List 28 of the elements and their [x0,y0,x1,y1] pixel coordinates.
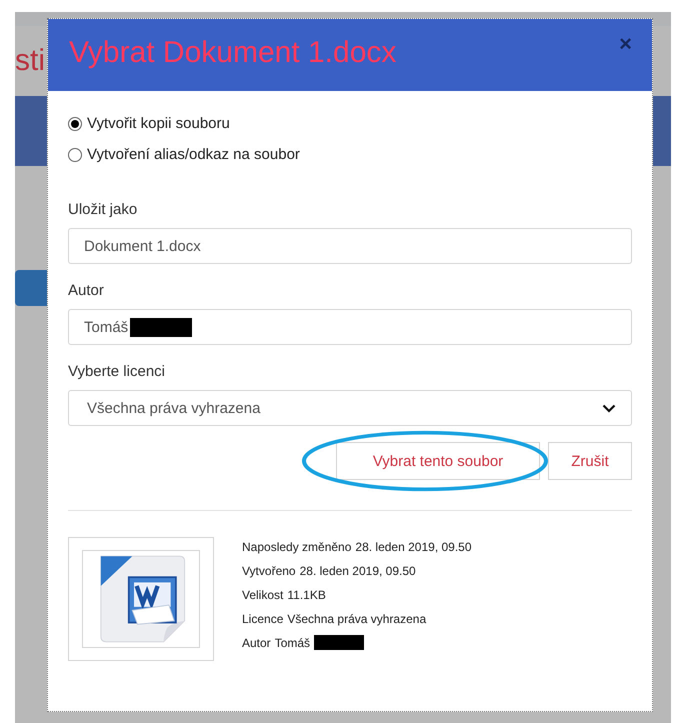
info-label: Autor [242,636,271,650]
chevron-down-icon [602,404,616,412]
license-dropdown[interactable]: Všechna práva vyhrazena [68,390,632,426]
word-document-icon [82,550,200,648]
cancel-button[interactable]: Zrušit [548,442,632,480]
info-label: Licence [242,612,284,626]
radio-label: Vytvoření alias/odkaz na soubor [87,146,300,163]
info-label: Velikost [242,588,284,602]
input-field[interactable]: Tomáš [68,309,632,345]
input-field[interactable]: Dokument 1.docx [68,228,632,264]
info-label: Vytvořeno [242,564,296,578]
redaction-bar [130,318,192,336]
radio-button[interactable] [68,148,82,162]
info-value: Tomáš [274,636,310,650]
info-value: 28. leden 2019, 09.50 [355,540,472,554]
field-label: Uložit jako [68,201,138,218]
select-file-button[interactable]: Vybrat tento soubor [336,442,540,480]
redaction-bar [314,635,364,650]
info-value: 11.1KB [287,588,326,602]
dialog-title: Vybrat Dokument 1.docx [69,36,396,70]
info-label: Naposledy změněno [242,540,352,554]
field-label: Vyberte licenci [68,363,166,380]
field-label: Autor [68,282,105,299]
radio-label: Vytvořit kopii souboru [87,115,230,132]
info-value: Všechna práva vyhrazena [287,612,426,626]
page-heading: sti [15,44,45,78]
radio-button[interactable] [68,116,82,130]
info-value: 28. leden 2019, 09.50 [300,564,416,578]
